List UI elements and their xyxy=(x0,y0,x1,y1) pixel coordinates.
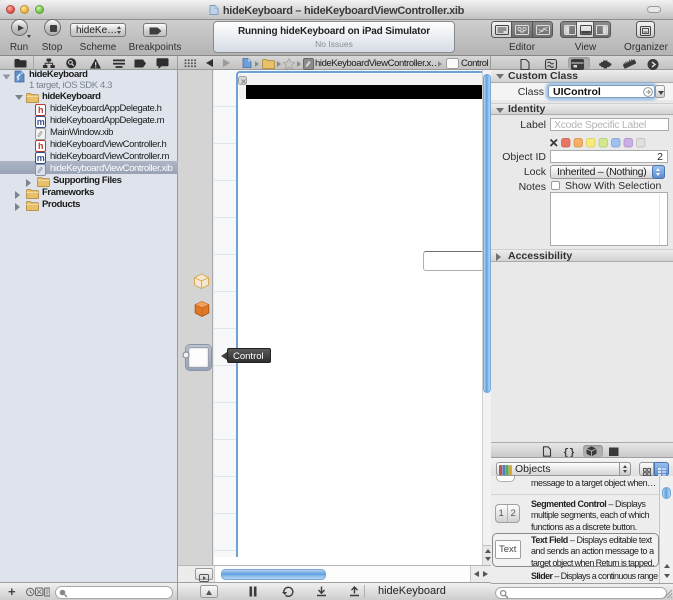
svg-text:h: h xyxy=(38,105,43,115)
svg-text:{}: {} xyxy=(563,447,575,457)
svg-text:m: m xyxy=(37,117,45,127)
svg-text:m: m xyxy=(37,153,45,163)
svg-text:h: h xyxy=(38,141,43,151)
